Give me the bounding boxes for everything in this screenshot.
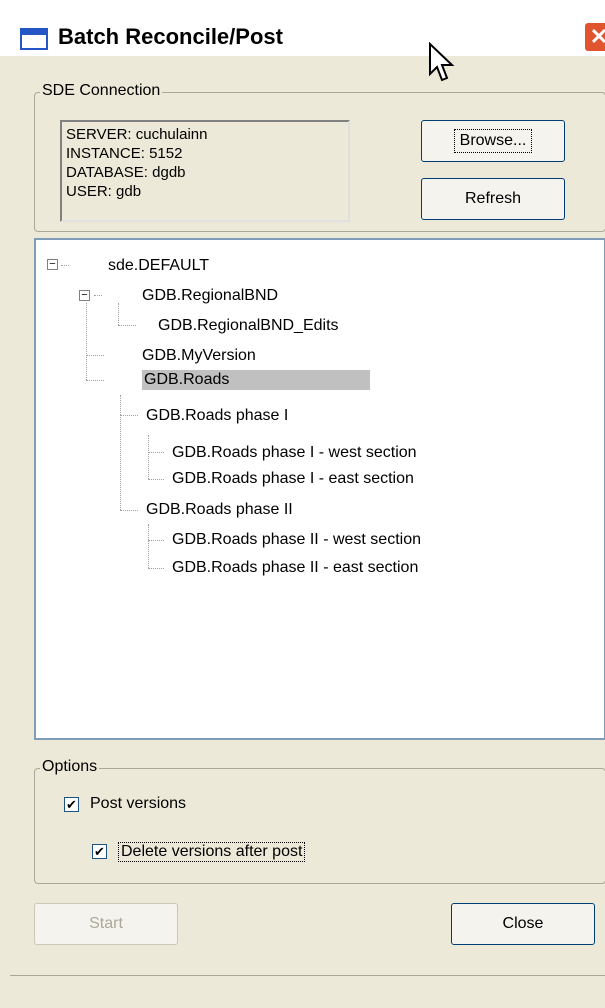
tree-item[interactable]: sde.DEFAULT [108,256,209,276]
tree-item[interactable]: GDB.MyVersion [142,346,256,366]
tree-item-selected[interactable]: GDB.Roads [142,370,370,390]
tree-connector [120,395,121,415]
refresh-button-label: Refresh [464,190,522,207]
tree-item[interactable]: GDB.Roads phase II - east section [172,558,418,578]
tree-connector [148,568,164,569]
tree-connector [148,452,164,453]
connection-info-box: SERVER: cuchulainn INSTANCE: 5152 DATABA… [60,120,350,222]
tree-connector [120,510,138,511]
browse-button-label: Browse... [453,129,533,153]
tree-connector [86,303,87,380]
database-line: DATABASE: dgdb [66,164,186,181]
status-bar [10,975,605,1008]
tree-connector [61,265,69,266]
tree-connector [148,540,164,541]
tree-item[interactable]: GDB.RegionalBND_Edits [158,316,339,336]
window-title: Batch Reconcile/Post [58,24,283,49]
collapse-toggle-icon[interactable]: − [79,290,90,301]
tree-item[interactable]: GDB.Roads phase II - west section [172,530,421,550]
tree-connector [86,380,104,381]
tree-connector [118,303,119,325]
tree-item[interactable]: GDB.Roads phase II [146,500,293,520]
delete-versions-label[interactable]: Delete versions after post [118,842,306,862]
tree-item[interactable]: GDB.Roads phase I [146,406,288,426]
start-button-label: Start [89,915,123,932]
tree-connector [118,325,136,326]
tree-connector [148,435,149,479]
collapse-toggle-icon[interactable]: − [47,259,58,270]
options-label: Options [40,758,100,776]
tree-connector [86,355,104,356]
delete-versions-checkbox[interactable]: ✔ [92,844,107,859]
post-versions-label[interactable]: Post versions [90,795,186,813]
user-line: USER: gdb [66,183,142,200]
post-versions-checkbox[interactable]: ✔ [64,797,79,812]
close-window-button[interactable]: ✕ [584,22,605,52]
batch-reconcile-window: Batch Reconcile/Post ✕ SDE Connection SE… [0,0,605,1008]
tree-connector [148,524,149,568]
sde-connection-label: SDE Connection [40,82,163,100]
refresh-button[interactable]: Refresh [421,178,565,220]
browse-button[interactable]: Browse... [421,120,565,162]
tree-connector [94,295,102,296]
tree-connector [148,479,164,480]
tree-item[interactable]: GDB.RegionalBND [142,286,278,306]
start-button[interactable]: Start [34,903,178,945]
mouse-cursor-icon [429,42,455,82]
instance-line: INSTANCE: 5152 [66,145,183,162]
options-group [34,768,605,884]
tree-item[interactable]: GDB.Roads phase I - west section [172,443,417,463]
version-tree[interactable]: − − sde.DEFAULT GDB.RegionalBND GDB.Regi… [34,238,605,740]
close-button-label: Close [502,915,544,932]
close-button[interactable]: Close [451,903,595,945]
tree-connector [120,415,138,416]
tree-item[interactable]: GDB.Roads phase I - east section [172,469,414,489]
server-line: SERVER: cuchulainn [66,126,208,143]
window-icon [20,28,48,50]
title-bar[interactable]: Batch Reconcile/Post ✕ [0,0,605,56]
tree-connector [120,415,121,510]
